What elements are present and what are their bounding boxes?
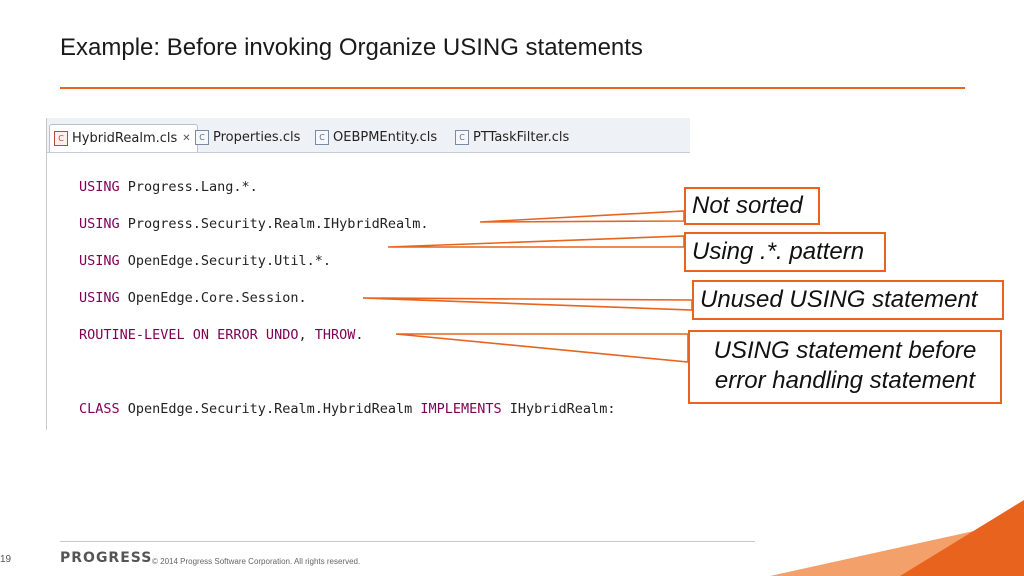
corner-decoration	[770, 500, 1024, 576]
